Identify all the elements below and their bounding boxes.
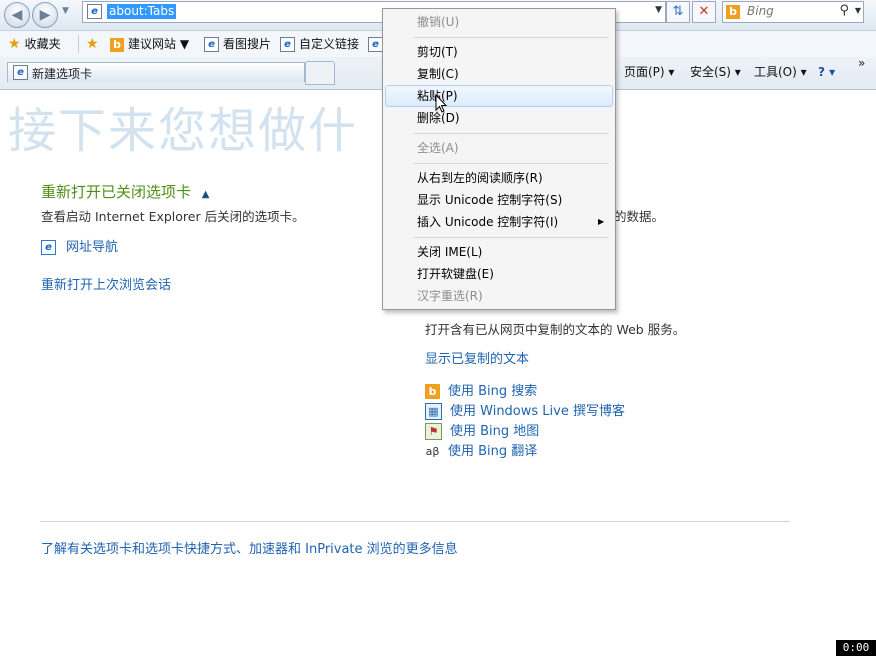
star-icon: ★ — [8, 36, 21, 52]
clock: 0:00 — [836, 640, 876, 656]
ie-page-icon: e — [204, 37, 219, 52]
refresh-button[interactable]: ⇅ — [666, 1, 690, 23]
reopen-last-session-link[interactable]: 重新打开上次浏览会话 — [41, 274, 171, 293]
site-nav-link[interactable]: e 网址导航 — [41, 236, 118, 255]
search-icon[interactable]: ⚲ — [839, 3, 849, 18]
collapse-icon[interactable]: ▲ — [202, 189, 210, 200]
reopen-heading-text: 重新打开已关闭选项卡 — [41, 183, 192, 201]
search-input[interactable]: Bing — [747, 4, 774, 18]
accelerator-live-blog[interactable]: ▦ 使用 Windows Live 撰写博客 — [425, 400, 625, 420]
accelerator-label: 使用 Bing 地图 — [450, 424, 540, 439]
menu-item-insert-unicode[interactable]: 插入 Unicode 控制字符(I) — [417, 212, 558, 232]
ie-page-icon: e — [280, 37, 295, 52]
search-dropdown-icon[interactable]: ▼ — [855, 6, 861, 15]
recent-pages-dropdown[interactable]: ▼ — [62, 6, 69, 16]
context-menu: 撤销(U) 剪切(T) 复制(C) 粘贴(P) 删除(D) 全选(A) 从右到左… — [382, 8, 616, 310]
reopen-description: 查看启动 Internet Explorer 后关闭的选项卡。 — [41, 209, 305, 224]
menu-item-copy[interactable]: 复制(C) — [417, 64, 459, 84]
accelerator-label: 使用 Bing 搜索 — [448, 384, 538, 399]
menu-separator — [413, 37, 609, 38]
copied-text-description: 打开含有已从网页中复制的文本的 Web 服务。 — [425, 322, 686, 337]
suggested-sites-label: 建议网站 ▼ — [128, 37, 190, 51]
blog-icon: ▦ — [425, 403, 442, 420]
image-search-link[interactable]: e 看图搜片 — [204, 35, 271, 53]
reopen-closed-tabs-heading[interactable]: 重新打开已关闭选项卡 ▲ — [41, 181, 210, 202]
menu-item-cut[interactable]: 剪切(T) — [417, 42, 458, 62]
ie-page-icon: e — [41, 240, 56, 255]
more-commands-button[interactable]: » — [858, 56, 865, 70]
tools-menu[interactable]: 工具(O) ▾ — [754, 64, 807, 80]
new-tab-button[interactable] — [305, 61, 335, 85]
menu-separator — [413, 163, 609, 164]
bing-icon: b — [110, 37, 124, 52]
safety-menu[interactable]: 安全(S) ▾ — [690, 64, 741, 80]
menu-item-reconvert[interactable]: 汉字重选(R) — [417, 286, 483, 306]
favorites-label: 收藏夹 — [24, 37, 61, 51]
accelerator-label: 使用 Bing 翻译 — [448, 444, 538, 459]
learn-more-link[interactable]: 了解有关选项卡和选项卡快捷方式、加速器和 InPrivate 浏览的更多信息 — [41, 538, 458, 557]
accelerator-bing-search[interactable]: b 使用 Bing 搜索 — [425, 380, 537, 399]
bing-icon: b — [425, 384, 440, 399]
accelerator-bing-translate[interactable]: aβ 使用 Bing 翻译 — [425, 440, 538, 459]
menu-item-soft-keyboard[interactable]: 打开软键盘(E) — [417, 264, 494, 284]
tab-title: 新建选项卡 — [32, 67, 93, 81]
menu-separator — [413, 237, 609, 238]
back-button[interactable]: ◀ — [4, 2, 30, 28]
page-menu[interactable]: 页面(P) ▾ — [624, 64, 674, 80]
add-to-favorites-button[interactable]: ★ — [86, 35, 99, 53]
favorites-button[interactable]: ★ 收藏夹 — [8, 35, 61, 53]
stop-button[interactable]: ✕ — [692, 1, 716, 23]
menu-separator — [413, 133, 609, 134]
ie-page-icon: e — [13, 65, 28, 80]
menu-item-select-all[interactable]: 全选(A) — [417, 138, 459, 158]
menu-item-rtl[interactable]: 从右到左的阅读顺序(R) — [417, 168, 543, 188]
menu-item-show-unicode[interactable]: 显示 Unicode 控制字符(S) — [417, 190, 562, 210]
menu-item-close-ime[interactable]: 关闭 IME(L) — [417, 242, 482, 262]
page-title: 接下来您想做什 — [8, 103, 359, 159]
site-nav-label: 网址导航 — [66, 240, 119, 255]
divider — [78, 35, 79, 53]
help-menu[interactable]: ? ▾ — [818, 64, 835, 80]
bing-icon: b — [726, 5, 740, 19]
custom-links-link[interactable]: e 自定义链接 — [280, 35, 359, 53]
custom-links-label: 自定义链接 — [299, 37, 360, 51]
accelerator-label: 使用 Windows Live 撰写博客 — [450, 404, 625, 419]
right-description-tail: 的数据。 — [614, 209, 665, 224]
address-dropdown-icon[interactable]: ▼ — [655, 5, 662, 15]
forward-button[interactable]: ▶ — [32, 2, 58, 28]
address-input[interactable]: about:Tabs — [107, 4, 177, 19]
ie-page-icon: e — [87, 4, 102, 19]
map-icon: ⚑ — [425, 423, 442, 440]
accelerator-bing-maps[interactable]: ⚑ 使用 Bing 地图 — [425, 420, 539, 440]
suggested-sites-link[interactable]: b 建议网站 ▼ — [110, 35, 189, 53]
translate-icon: aβ — [425, 445, 440, 458]
footer-divider — [40, 521, 790, 522]
tab-new-tab[interactable]: e 新建选项卡 — [7, 62, 305, 82]
ie-page-icon: e — [368, 37, 383, 52]
mouse-cursor-icon — [435, 94, 447, 113]
show-copied-text-link[interactable]: 显示已复制的文本 — [425, 348, 529, 367]
add-star-icon: ★ — [86, 36, 99, 52]
search-box[interactable]: b Bing ⚲ ▼ — [722, 1, 864, 23]
menu-item-undo[interactable]: 撤销(U) — [417, 12, 459, 32]
submenu-arrow-icon: ▶ — [598, 217, 605, 226]
image-search-label: 看图搜片 — [223, 37, 272, 51]
